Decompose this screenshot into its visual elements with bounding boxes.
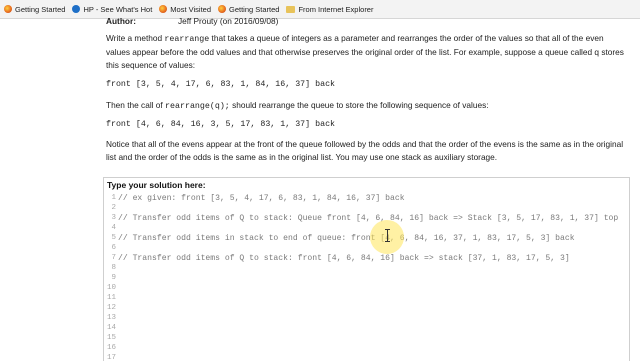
line-number: 6 <box>111 244 116 252</box>
line-number: 4 <box>111 224 116 232</box>
most-visited-icon <box>159 5 168 13</box>
line-number: 14 <box>106 324 116 332</box>
hp-icon <box>72 5 81 13</box>
line-number-gutter: 1 2 3 4 5 6 7 8 9 10 11 12 13 14 15 16 17 <box>104 191 117 362</box>
line-number: 11 <box>106 294 116 302</box>
bookmark-label: Getting Started <box>15 4 66 14</box>
text-run: Write a method <box>106 33 165 43</box>
line-number: 9 <box>111 274 116 282</box>
line-number: 3 <box>111 214 116 222</box>
bookmark-label: From Internet Explorer <box>298 4 374 14</box>
problem-paragraph-1: Write a method rearrange that takes a qu… <box>106 32 628 73</box>
example-input-sequence: front [3, 5, 4, 17, 6, 83, 1, 84, 16, 37… <box>106 80 336 89</box>
author-label: Author: <box>106 16 136 26</box>
line-number: 16 <box>106 344 116 352</box>
bookmark-label: Getting Started <box>229 4 280 14</box>
bookmark-label: Most Visited <box>170 4 211 14</box>
problem-paragraph-2: Then the call of rearrange(q); should re… <box>106 99 628 113</box>
code-line[interactable]: // Transfer odd items of Q to stack: fro… <box>118 254 570 263</box>
line-number: 2 <box>111 204 116 212</box>
bookmark-from-ie[interactable]: From Internet Explorer <box>286 5 373 14</box>
method-name-code: rearrange <box>164 35 210 44</box>
line-number: 15 <box>106 334 116 342</box>
line-number: 7 <box>111 254 116 262</box>
editor-title: Type your solution here: <box>107 180 206 190</box>
folder-icon <box>286 5 296 13</box>
method-call-code: rearrange(q); <box>165 102 230 111</box>
text-cursor-icon <box>385 229 390 242</box>
bookmark-getting-started[interactable]: Getting Started <box>4 5 65 14</box>
bookmark-most-visited[interactable]: Most Visited <box>159 5 211 14</box>
code-line[interactable]: // Transfer odd items in stack to end of… <box>118 234 575 243</box>
solution-editor[interactable]: Type your solution here: 1 2 3 4 5 6 7 8 9 10 11 12… <box>103 177 630 362</box>
bookmark-getting-started-2[interactable]: Getting Started <box>218 5 279 14</box>
text-run: should rearrange the queue to store the … <box>229 100 489 110</box>
line-number: 13 <box>106 314 116 322</box>
author-value: Jeff Prouty (on 2016/09/08) <box>178 16 279 26</box>
code-line[interactable]: // Transfer odd items of Q to stack: Que… <box>118 214 618 223</box>
author-row: Author: Jeff Prouty (on 2016/09/08) <box>106 16 628 28</box>
firefox-icon <box>218 5 226 13</box>
problem-paragraph-3: Notice that all of the evens appear at t… <box>106 139 624 163</box>
code-line[interactable]: // ex given: front [3, 5, 4, 17, 6, 83, … <box>118 194 405 203</box>
line-number: 8 <box>111 264 116 272</box>
bookmark-hp[interactable]: HP - See What's Hot <box>72 5 152 14</box>
line-number: 12 <box>106 304 116 312</box>
line-number: 17 <box>106 354 116 362</box>
firefox-icon <box>4 5 12 13</box>
line-number: 5 <box>111 234 116 242</box>
line-number: 1 <box>111 194 116 202</box>
example-output-sequence: front [4, 6, 84, 16, 3, 5, 17, 83, 1, 37… <box>106 120 336 129</box>
line-number: 10 <box>106 284 116 292</box>
text-run: Then the call of <box>106 100 166 110</box>
bookmark-label: HP - See What's Hot <box>83 4 153 14</box>
